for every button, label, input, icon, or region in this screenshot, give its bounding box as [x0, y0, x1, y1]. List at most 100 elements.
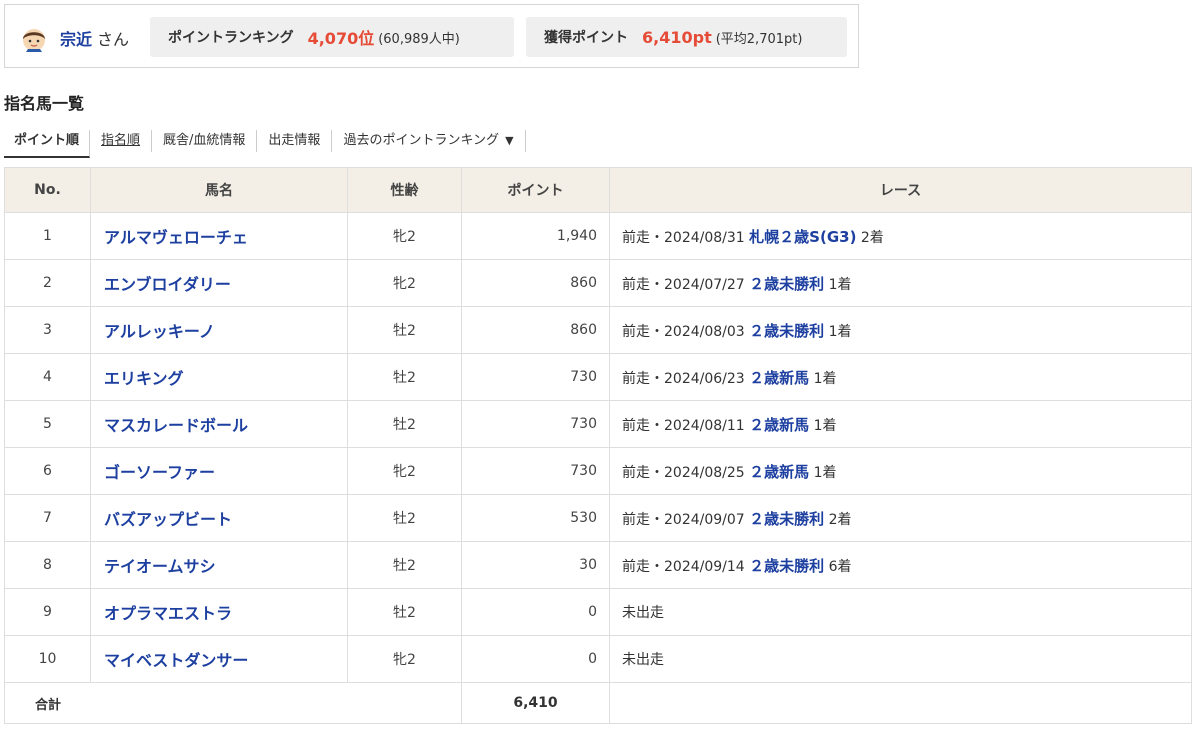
horse-name-link[interactable]: エリキング	[104, 369, 184, 388]
horse-points: 1,940	[461, 212, 610, 260]
race-link[interactable]: 札幌２歳S(G3)	[749, 228, 856, 246]
horse-points: 860	[461, 306, 610, 354]
total-row: 合計 6,410	[4, 682, 1192, 724]
points-label: 獲得ポイント	[544, 30, 628, 46]
row-number: 2	[4, 259, 91, 307]
race-prefix: 未出走	[622, 605, 664, 621]
race-info: 前走・2024/06/23 ２歳新馬 1着	[609, 353, 1192, 401]
sex-age: 牝2	[347, 212, 462, 260]
sex-age: 牡2	[347, 588, 462, 636]
race-link[interactable]: ２歳新馬	[749, 416, 809, 434]
table-row: 2 エンブロイダリー 牝2 860 前走・2024/07/27 ２歳未勝利 1着	[4, 259, 1192, 307]
race-info: 未出走	[609, 635, 1192, 683]
header-name: 馬名	[90, 167, 348, 213]
race-prefix: 前走・2024/07/27	[622, 276, 745, 293]
sex-age: 牝2	[347, 447, 462, 495]
race-info: 前走・2024/07/27 ２歳未勝利 1着	[609, 259, 1192, 307]
total-race-empty	[609, 682, 1192, 724]
row-number: 6	[4, 447, 91, 495]
race-prefix: 前走・2024/08/25	[622, 464, 745, 481]
header-points: ポイント	[461, 167, 610, 213]
table-row: 3 アルレッキーノ 牡2 860 前走・2024/08/03 ２歳未勝利 1着	[4, 306, 1192, 354]
horse-name-cell: エンブロイダリー	[90, 259, 348, 307]
horse-points: 0	[461, 588, 610, 636]
horse-points: 730	[461, 353, 610, 401]
tab-draft-order[interactable]: 指名順	[90, 130, 153, 152]
horse-name-link[interactable]: バズアップビート	[104, 510, 232, 529]
race-info: 前走・2024/09/07 ２歳未勝利 2着	[609, 494, 1192, 542]
tab-point-order[interactable]: ポイント順	[4, 130, 91, 158]
race-link[interactable]: ２歳未勝利	[749, 275, 824, 293]
sex-age: 牡2	[347, 541, 462, 589]
horse-name-cell: マスカレードボール	[90, 400, 348, 448]
horse-name-link[interactable]: エンブロイダリー	[104, 275, 231, 294]
horse-name-cell: アルマヴェローチェ	[90, 212, 348, 260]
sex-age: 牡2	[347, 353, 462, 401]
tab-race-entry[interactable]: 出走情報	[257, 130, 333, 152]
horse-points: 730	[461, 447, 610, 495]
horse-name-link[interactable]: アルレッキーノ	[104, 322, 215, 341]
race-prefix: 前走・2024/09/14	[622, 558, 745, 575]
race-result: 1着	[813, 370, 837, 387]
tab-past-ranking[interactable]: 過去のポイントランキング ▼	[332, 130, 526, 152]
horse-name-link[interactable]: アルマヴェローチェ	[104, 228, 248, 247]
row-number: 3	[4, 306, 91, 354]
tab-stable-pedigree[interactable]: 厩舎/血統情報	[152, 130, 258, 152]
ranking-label: ポイントランキング	[168, 30, 294, 46]
table-row: 10 マイベストダンサー 牝2 0 未出走	[4, 635, 1192, 683]
horse-name-link[interactable]: マイベストダンサー	[104, 651, 248, 670]
horse-name-link[interactable]: マスカレードボール	[104, 416, 248, 435]
sex-age: 牡2	[347, 494, 462, 542]
race-prefix: 前走・2024/08/03	[622, 323, 745, 340]
race-result: 1着	[828, 276, 852, 293]
race-info: 前走・2024/08/25 ２歳新馬 1着	[609, 447, 1192, 495]
points-value: 6,410pt	[642, 27, 712, 47]
section-title: 指名馬一覧	[4, 94, 85, 113]
points-stat: 獲得ポイント 6,410pt (平均2,701pt)	[526, 17, 847, 57]
table-row: 1 アルマヴェローチェ 牝2 1,940 前走・2024/08/31 札幌２歳S(G3)…	[4, 212, 1192, 260]
race-link[interactable]: ２歳新馬	[749, 463, 809, 481]
race-result: 2着	[860, 229, 884, 246]
table-row: 4 エリキング 牡2 730 前走・2024/06/23 ２歳新馬 1着	[4, 353, 1192, 401]
race-prefix: 前走・2024/08/11	[622, 417, 745, 434]
dropdown-arrow-icon: ▼	[505, 134, 514, 147]
horse-points: 30	[461, 541, 610, 589]
race-link[interactable]: ２歳未勝利	[749, 322, 824, 340]
ranking-total: (60,989人中)	[378, 31, 460, 47]
horse-name-cell: アルレッキーノ	[90, 306, 348, 354]
table-row: 7 バズアップビート 牡2 530 前走・2024/09/07 ２歳未勝利 2着	[4, 494, 1192, 542]
race-info: 前走・2024/08/11 ２歳新馬 1着	[609, 400, 1192, 448]
user-name-suffix: さん	[97, 30, 130, 49]
ranking-stat: ポイントランキング 4,070位 (60,989人中)	[150, 17, 514, 57]
header-sex-age: 性齢	[347, 167, 462, 213]
horse-points: 730	[461, 400, 610, 448]
horse-name-cell: バズアップビート	[90, 494, 348, 542]
race-result: 1着	[828, 323, 852, 340]
race-info: 前走・2024/08/03 ２歳未勝利 1着	[609, 306, 1192, 354]
horse-points: 860	[461, 259, 610, 307]
race-link[interactable]: ２歳未勝利	[749, 510, 824, 528]
sex-age: 牡2	[347, 400, 462, 448]
tab-past-ranking-label: 過去のポイントランキング	[343, 133, 500, 148]
race-link[interactable]: ２歳新馬	[749, 369, 809, 387]
table-header-row: No. 馬名 性齢 ポイント レース	[4, 167, 1192, 213]
horse-name-link[interactable]: ゴーソーファー	[104, 463, 215, 482]
sex-age: 牝2	[347, 259, 462, 307]
table-row: 6 ゴーソーファー 牝2 730 前走・2024/08/25 ２歳新馬 1着	[4, 447, 1192, 495]
user-summary-box: 宗近 さん ポイントランキング 4,070位 (60,989人中) 獲得ポイント…	[4, 4, 859, 68]
race-info: 前走・2024/09/14 ２歳未勝利 6着	[609, 541, 1192, 589]
user-avatar-icon	[23, 29, 45, 52]
row-number: 5	[4, 400, 91, 448]
horse-name-link[interactable]: オプラマエストラ	[104, 604, 232, 623]
header-race: レース	[609, 167, 1192, 213]
total-label: 合計	[4, 682, 462, 724]
race-result: 2着	[828, 511, 852, 528]
row-number: 1	[4, 212, 91, 260]
user-name-link[interactable]: 宗近	[60, 26, 92, 50]
race-result: 6着	[828, 558, 852, 575]
horse-name-link[interactable]: テイオームサシ	[104, 557, 216, 576]
race-link[interactable]: ２歳未勝利	[749, 557, 824, 575]
race-prefix: 未出走	[622, 652, 664, 668]
race-prefix: 前走・2024/09/07	[622, 511, 745, 528]
row-number: 9	[4, 588, 91, 636]
